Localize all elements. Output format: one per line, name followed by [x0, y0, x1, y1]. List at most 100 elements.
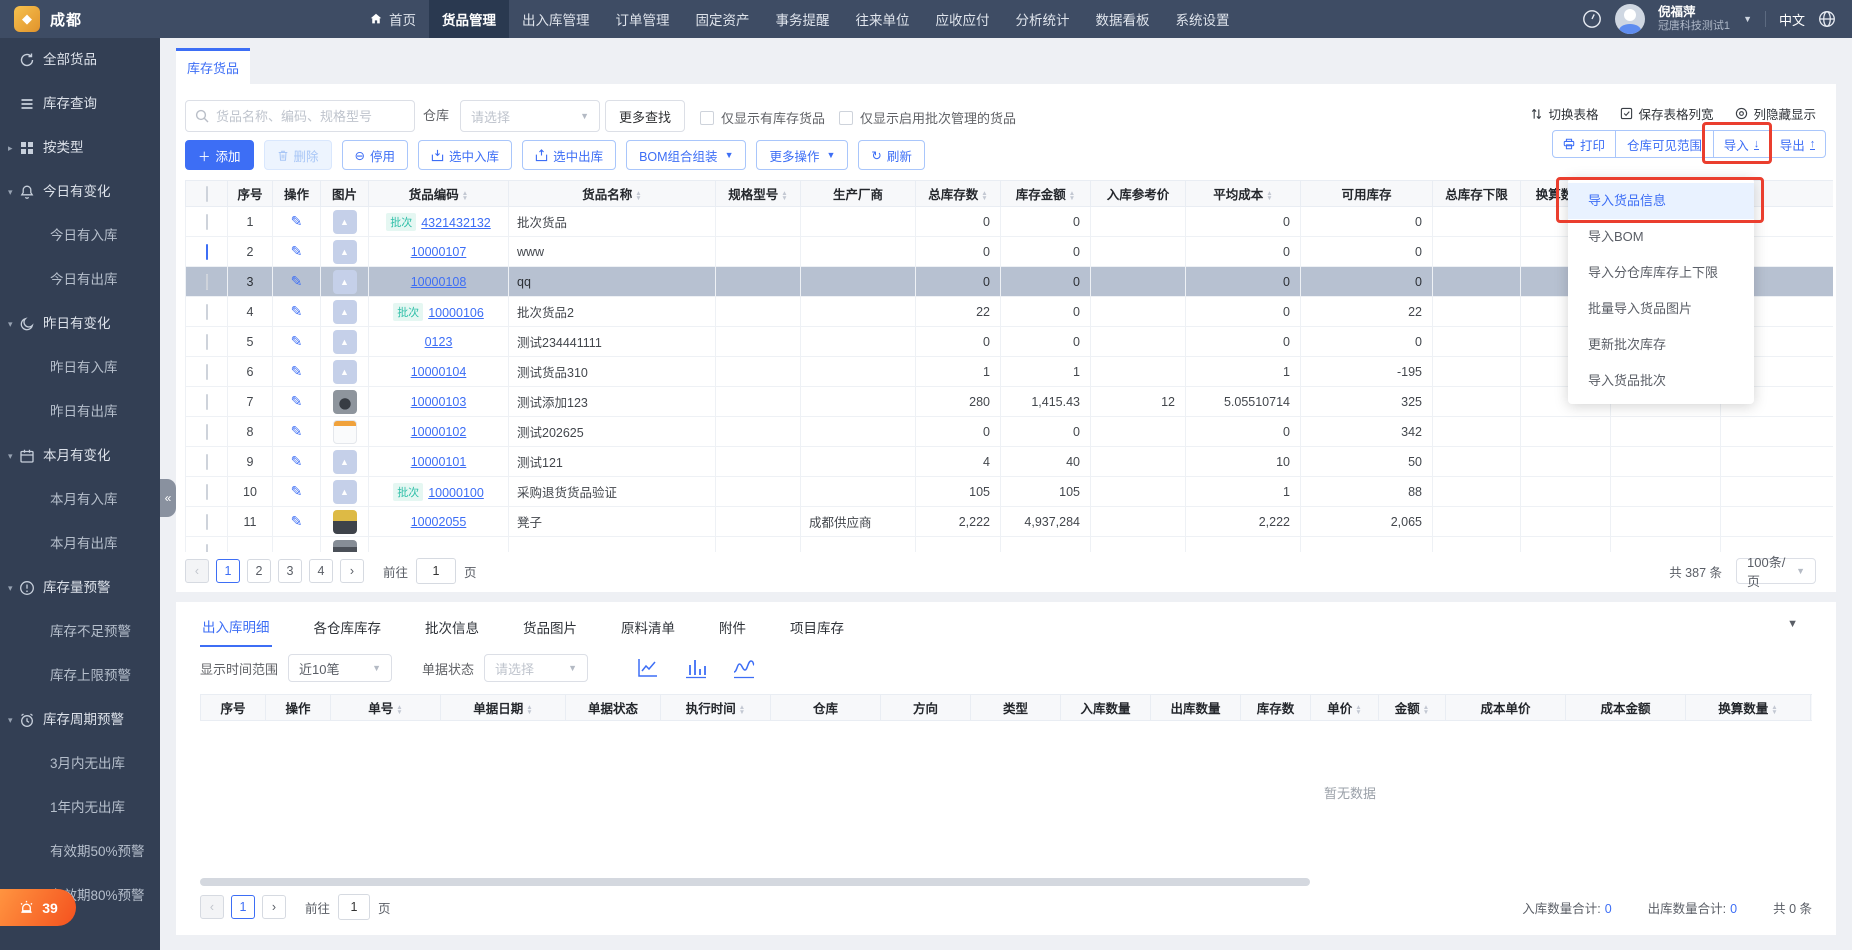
detail-tab[interactable]: 出入库明细: [200, 607, 272, 647]
import-button[interactable]: 导入 ↓: [1713, 131, 1769, 157]
warehouse-select[interactable]: 请选择 ▼: [460, 100, 600, 132]
detail-tab[interactable]: 货品图片: [521, 608, 579, 646]
gauge-icon[interactable]: [1582, 9, 1602, 29]
page-tab-inventory[interactable]: 库存货品: [176, 48, 250, 84]
detail-column-header[interactable]: 单号 ▲ ▼: [330, 694, 441, 721]
detail-column-header[interactable]: 库存数: [1240, 694, 1311, 721]
detail-column-header[interactable]: [1810, 694, 1812, 721]
column-header[interactable]: 规格型号 ▲ ▼: [715, 180, 801, 207]
doc-status-select[interactable]: 请选择 ▼: [484, 654, 589, 682]
expand-caret-icon[interactable]: ▾: [8, 302, 13, 346]
sidebar-item[interactable]: 库存不足预警: [0, 610, 160, 654]
page-number-button[interactable]: 3: [278, 559, 302, 583]
checkbox-icon[interactable]: [839, 110, 853, 125]
more-search-button[interactable]: 更多查找: [605, 100, 685, 132]
edit-icon[interactable]: ✎: [291, 513, 303, 529]
detail-column-header[interactable]: 换算数量 ▲ ▼: [1685, 694, 1811, 721]
next-page-button[interactable]: ›: [340, 559, 364, 583]
nav-menu-item[interactable]: 分析统计: [1003, 0, 1083, 38]
detail-tab[interactable]: 批次信息: [423, 608, 481, 646]
sidebar-item[interactable]: ▾ 库存量预警: [0, 566, 160, 610]
import-menu-item[interactable]: 更新批次库存: [1568, 327, 1754, 363]
detail-column-header[interactable]: 成本金额: [1565, 694, 1686, 721]
expand-caret-icon[interactable]: ▾: [8, 170, 13, 214]
nav-menu-item[interactable]: 往来单位: [843, 0, 923, 38]
sort-icon[interactable]: ▲▼: [1771, 704, 1777, 716]
column-header[interactable]: 序号: [227, 180, 273, 207]
add-button[interactable]: ＋添加: [185, 140, 254, 170]
sort-icon[interactable]: ▲▼: [1355, 704, 1361, 716]
sidebar-item[interactable]: ▾ 本月有变化: [0, 434, 160, 478]
column-header[interactable]: 平均成本 ▲ ▼: [1185, 180, 1301, 207]
import-menu-item[interactable]: 导入分仓库库存上下限: [1568, 255, 1754, 291]
column-header[interactable]: 可用库存: [1300, 180, 1433, 207]
column-header[interactable]: 入库参考价: [1090, 180, 1186, 207]
detail-column-header[interactable]: 方向: [880, 694, 971, 721]
import-menu-item[interactable]: 导入货品信息: [1568, 183, 1754, 219]
goto-page-input[interactable]: [416, 558, 457, 584]
nav-menu-item[interactable]: 出入库管理: [509, 0, 603, 38]
product-code-link[interactable]: 10000103: [411, 395, 467, 409]
product-image[interactable]: [332, 479, 357, 504]
detail-column-header[interactable]: 成本单价: [1445, 694, 1566, 721]
edit-icon[interactable]: ✎: [291, 243, 303, 259]
sort-icon[interactable]: ▲▼: [396, 704, 402, 716]
row-checkbox[interactable]: [205, 303, 208, 320]
column-visibility-link[interactable]: 列隐藏显示: [1735, 104, 1816, 123]
nav-menu-item[interactable]: 货品管理: [429, 0, 509, 38]
product-image[interactable]: [332, 539, 357, 552]
warehouse-scope-button[interactable]: 仓库可见范围: [1615, 131, 1713, 157]
detail-tab[interactable]: 原料清单: [619, 608, 677, 646]
sort-icon[interactable]: ▲▼: [1266, 190, 1272, 202]
globe-icon[interactable]: [1818, 10, 1836, 28]
sidebar-item[interactable]: 本月有出库: [0, 522, 160, 566]
refresh-button[interactable]: ↻ 刷新: [858, 140, 925, 170]
more-actions-button[interactable]: 更多操作 ▼: [756, 140, 849, 170]
table-row[interactable]: 9 ✎ 10000101 测试121 4 40 10 50: [185, 446, 1833, 477]
detail-column-header[interactable]: 单据日期 ▲ ▼: [440, 694, 566, 721]
expand-caret-icon[interactable]: ▾: [8, 434, 13, 478]
detail-tab[interactable]: 附件: [717, 608, 748, 646]
product-code-link[interactable]: 10000102: [411, 425, 467, 439]
edit-icon[interactable]: ✎: [291, 303, 303, 319]
product-image[interactable]: [332, 239, 357, 264]
edit-icon[interactable]: ✎: [291, 423, 303, 439]
detail-page-1-button[interactable]: 1: [231, 895, 255, 919]
select-all-checkbox[interactable]: [205, 185, 208, 202]
sidebar-item[interactable]: 本月有入库: [0, 478, 160, 522]
only-batch-checkbox[interactable]: 仅显示启用批次管理的货品: [839, 108, 1016, 127]
user-info[interactable]: 倪福萍 冠唐科技测试1: [1658, 5, 1730, 33]
selected-inbound-button[interactable]: 选中入库: [418, 140, 513, 170]
edit-icon[interactable]: ✎: [291, 273, 303, 289]
sort-icon[interactable]: ▲▼: [981, 190, 987, 202]
detail-column-header[interactable]: 执行时间 ▲ ▼: [660, 694, 771, 721]
sidebar-item[interactable]: 今日有出库: [0, 258, 160, 302]
detail-column-header[interactable]: 入库数量: [1060, 694, 1151, 721]
nav-menu-item[interactable]: 应收应付: [923, 0, 1003, 38]
table-row[interactable]: 10 ✎ 批次10000100 采购退货货品验证 105 105 1 8: [185, 476, 1833, 507]
search-input-wrap[interactable]: [185, 100, 415, 132]
detail-column-header[interactable]: 序号: [200, 694, 266, 721]
product-image[interactable]: [332, 449, 357, 474]
avatar[interactable]: [1614, 4, 1645, 34]
sort-icon[interactable]: ▲▼: [781, 190, 787, 202]
disable-button[interactable]: ⊖ 停用: [341, 140, 409, 170]
edit-icon[interactable]: ✎: [291, 393, 303, 409]
row-checkbox[interactable]: [205, 513, 208, 530]
sidebar-collapse-handle[interactable]: «: [160, 479, 176, 517]
detail-tab[interactable]: 各仓库库存: [312, 608, 384, 646]
product-image[interactable]: [332, 509, 357, 534]
checkbox-icon[interactable]: [700, 110, 714, 125]
scrollbar-thumb[interactable]: [200, 878, 1310, 886]
row-checkbox[interactable]: [205, 543, 208, 552]
nav-menu-item[interactable]: 系统设置: [1163, 0, 1243, 38]
column-header[interactable]: 货品编码 ▲ ▼: [368, 180, 509, 207]
import-menu-item[interactable]: 导入货品批次: [1568, 363, 1754, 399]
sort-icon[interactable]: ▲▼: [462, 190, 468, 202]
sidebar-item[interactable]: 有效期50%预警: [0, 830, 160, 874]
product-code-link[interactable]: 10000107: [411, 245, 467, 259]
product-code-link[interactable]: 10000101: [411, 455, 467, 469]
bar-chart-icon[interactable]: [684, 657, 708, 679]
switch-table-link[interactable]: 切换表格: [1530, 104, 1598, 123]
only-stock-checkbox[interactable]: 仅显示有库存货品: [700, 108, 825, 127]
